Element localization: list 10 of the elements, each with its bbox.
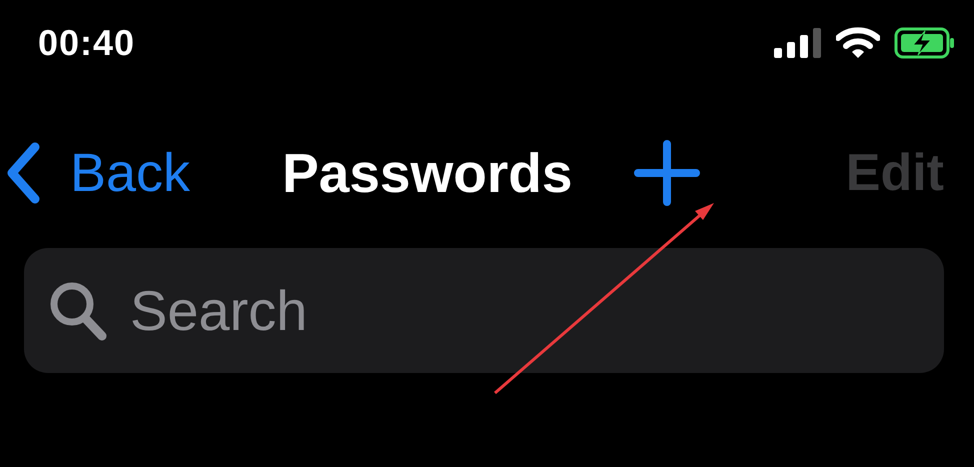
wifi-icon bbox=[836, 27, 880, 59]
search-input[interactable]: Search bbox=[128, 277, 920, 344]
page-title: Passwords bbox=[282, 141, 572, 205]
signal-icon bbox=[774, 28, 822, 58]
status-time: 00:40 bbox=[38, 22, 136, 64]
chevron-left-icon bbox=[6, 142, 40, 204]
search-bar[interactable]: Search bbox=[24, 248, 944, 373]
back-button[interactable]: Back bbox=[6, 142, 190, 204]
search-icon bbox=[48, 280, 108, 342]
add-button[interactable] bbox=[634, 140, 700, 206]
